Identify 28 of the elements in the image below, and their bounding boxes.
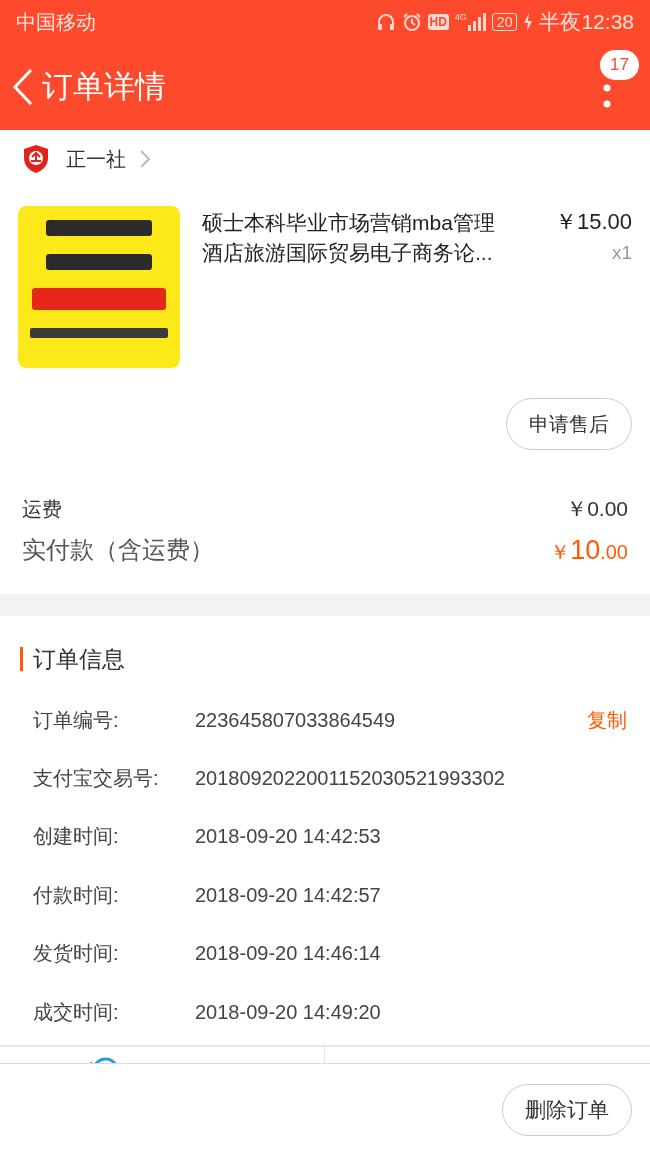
store-link[interactable]: 正一社 [66, 144, 150, 174]
fee-value: ￥0.00 [566, 496, 628, 523]
product-price: ￥15.00 [554, 208, 632, 236]
info-value: 2018092022001152030521993302 [195, 766, 506, 792]
total-label: 实付款（含运费） [22, 535, 214, 565]
page-title: 订单详情 [42, 67, 166, 106]
fee-label: 运费 [22, 497, 62, 522]
info-value: 223645807033864549 [195, 707, 397, 733]
info-label: 创建时间: [33, 824, 120, 850]
info-value: 2018-09-20 14:49:20 [195, 999, 382, 1025]
info-value: 2018-09-20 14:42:57 [195, 882, 382, 908]
network-label: 4G [454, 13, 467, 22]
info-label: 付款时间: [33, 882, 120, 908]
section-title: 订单信息 [33, 645, 125, 674]
carrier-name: 中国移动 [16, 10, 96, 35]
battery-icon: 20 [491, 13, 518, 31]
info-value: 2018-09-20 14:46:14 [195, 941, 382, 967]
info-label: 订单编号: [33, 707, 120, 733]
product-quantity: x1 [611, 241, 632, 265]
info-label: 支付宝交易号: [33, 766, 160, 792]
clock-time: 半夜12:38 [539, 9, 634, 36]
info-value: 2018-09-20 14:42:53 [195, 824, 382, 850]
product-title[interactable]: 硕士本科毕业市场营销mba管理酒店旅游国际贸易电子商务论... [202, 208, 502, 368]
info-label: 发货时间: [33, 941, 120, 967]
hd-badge: HD [427, 14, 449, 30]
info-label: 成交时间: [33, 999, 120, 1025]
notification-badge: 17 [600, 50, 639, 80]
total-amount: ￥10.00 [550, 533, 628, 567]
